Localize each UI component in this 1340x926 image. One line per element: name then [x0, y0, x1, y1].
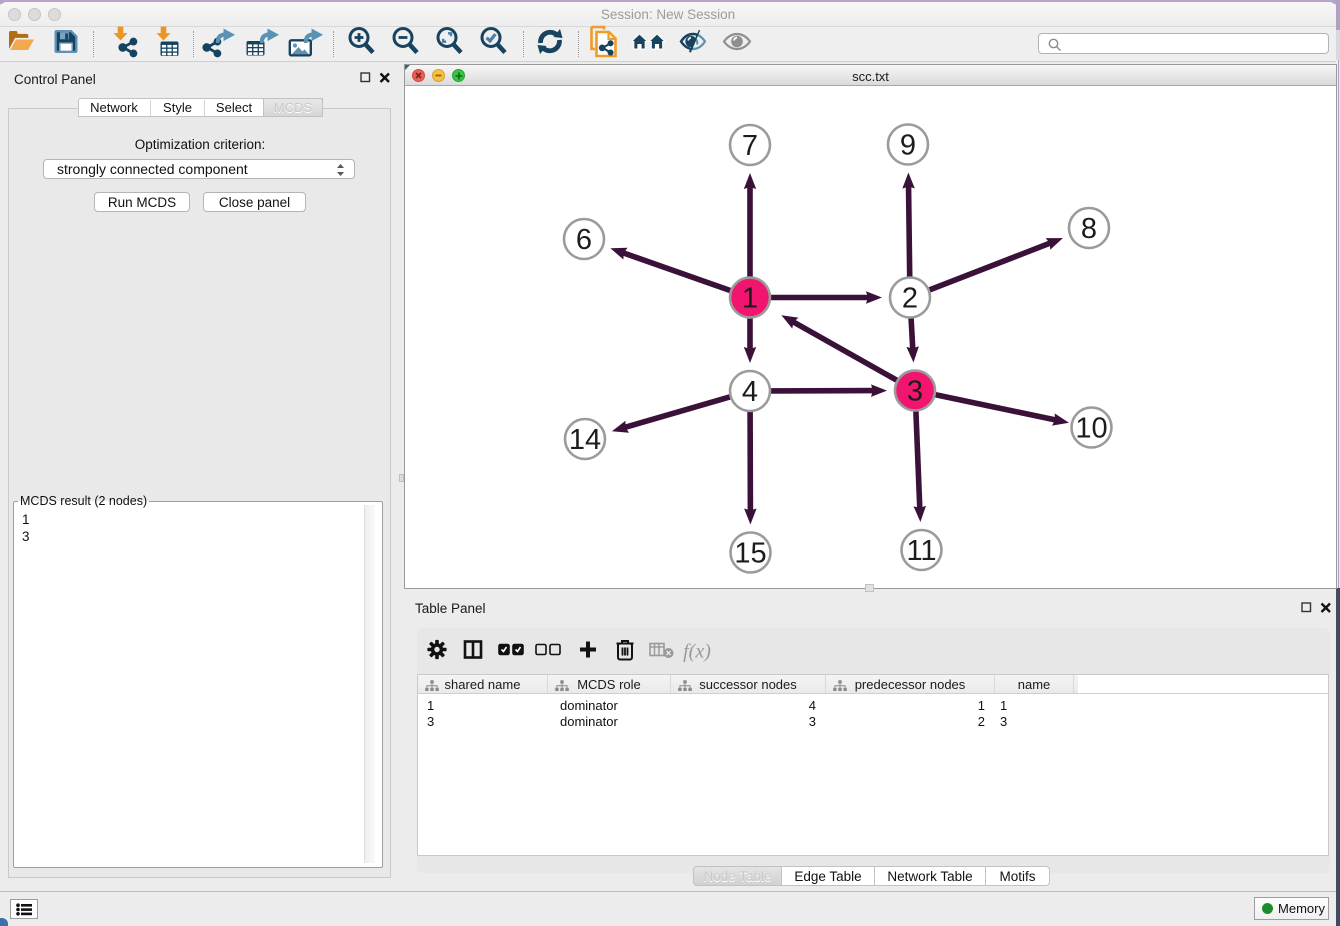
svg-text:10: 10 [1075, 413, 1107, 445]
svg-text:11: 11 [906, 535, 936, 567]
svg-text:15: 15 [734, 538, 766, 570]
svg-text:8: 8 [1081, 213, 1097, 245]
svg-text:7: 7 [742, 130, 758, 162]
svg-text:3: 3 [907, 376, 923, 408]
svg-text:1: 1 [742, 283, 758, 315]
svg-text:4: 4 [742, 376, 758, 408]
svg-text:14: 14 [569, 424, 601, 456]
svg-text:9: 9 [900, 130, 916, 162]
svg-text:2: 2 [902, 283, 918, 315]
svg-text:6: 6 [576, 224, 592, 256]
